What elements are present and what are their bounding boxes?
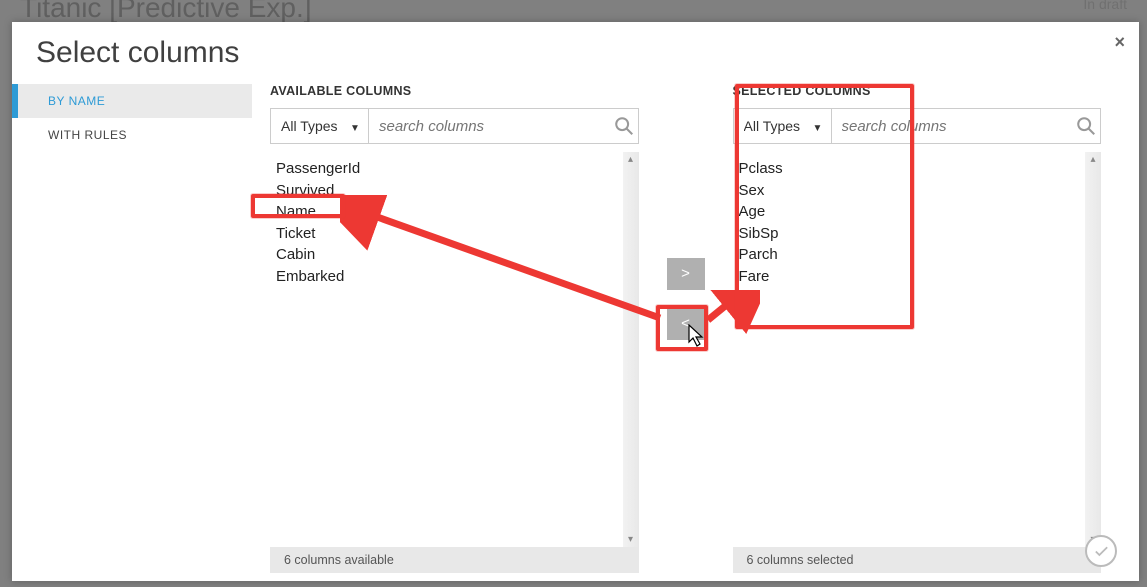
check-icon [1093,543,1110,560]
available-type-select[interactable]: All Types [271,109,369,143]
selected-search-input[interactable] [832,109,1073,143]
experiment-title: Titanic [Predictive Exp.] [20,0,312,22]
dialog-content: BY NAME WITH RULES AVAILABLE COLUMNS All… [12,84,1139,573]
selected-footer: 6 columns selected [733,547,1102,573]
search-icon[interactable] [1072,115,1100,137]
list-item[interactable]: SibSp [735,223,1084,245]
move-right-button[interactable]: > [667,258,705,290]
list-item[interactable]: Survived [272,180,621,202]
columns-panels: AVAILABLE COLUMNS All Types ▼ PassengerI… [252,84,1139,573]
dialog-title: Select columns [12,22,1139,84]
available-heading: AVAILABLE COLUMNS [270,84,651,98]
background-header: Titanic [Predictive Exp.] In draft [0,0,1147,22]
search-icon[interactable] [610,115,638,137]
selected-panel: SELECTED COLUMNS All Types ▼ PclassSexAg… [715,84,1120,573]
available-list-wrap: PassengerIdSurvivedNameTicketCabinEmbark… [270,152,639,547]
mode-sidebar: BY NAME WITH RULES [12,84,252,573]
mover-buttons: > < [657,84,715,573]
scrollbar[interactable]: ▴▾ [1085,152,1101,547]
list-item[interactable]: Sex [735,180,1084,202]
available-list[interactable]: PassengerIdSurvivedNameTicketCabinEmbark… [270,152,623,547]
selected-search-row: All Types ▼ [733,108,1102,144]
list-item[interactable]: Age [735,201,1084,223]
list-item[interactable]: Parch [735,244,1084,266]
list-item[interactable]: Name [272,201,621,223]
close-icon[interactable]: × [1114,32,1125,53]
list-item[interactable]: Pclass [735,158,1084,180]
experiment-status: In draft [1083,0,1127,22]
list-item[interactable]: Cabin [272,244,621,266]
scrollbar[interactable]: ▴▾ [623,152,639,547]
available-search-input[interactable] [369,109,610,143]
list-item[interactable]: Ticket [272,223,621,245]
available-search-row: All Types ▼ [270,108,639,144]
selected-type-select[interactable]: All Types [734,109,832,143]
list-item[interactable]: PassengerId [272,158,621,180]
sidebar-item-with-rules[interactable]: WITH RULES [12,118,252,152]
sidebar-item-label: WITH RULES [48,128,127,142]
move-left-button[interactable]: < [667,308,705,340]
confirm-button[interactable] [1085,535,1117,567]
list-item[interactable]: Embarked [272,266,621,288]
available-panel: AVAILABLE COLUMNS All Types ▼ PassengerI… [252,84,657,573]
list-item[interactable]: Fare [735,266,1084,288]
select-columns-dialog: × Select columns BY NAME WITH RULES AVAI… [12,22,1139,581]
sidebar-item-by-name[interactable]: BY NAME [12,84,252,118]
selected-heading: SELECTED COLUMNS [733,84,1114,98]
available-footer: 6 columns available [270,547,639,573]
selected-list-wrap: PclassSexAgeSibSpParchFare ▴▾ [733,152,1102,547]
selected-list[interactable]: PclassSexAgeSibSpParchFare [733,152,1086,547]
sidebar-item-label: BY NAME [48,94,105,108]
